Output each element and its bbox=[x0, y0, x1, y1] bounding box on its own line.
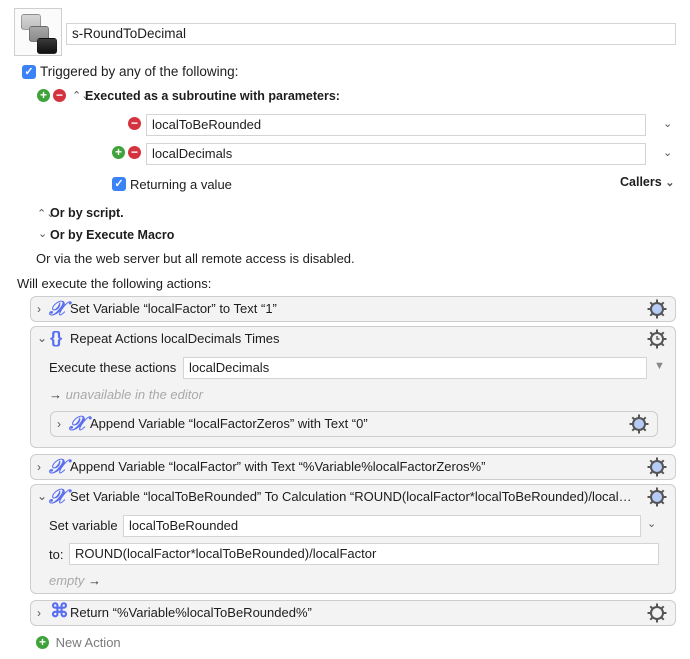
execute-actions-label: Execute these actions bbox=[49, 360, 177, 375]
action-title: Repeat Actions localDecimals Times bbox=[70, 331, 280, 346]
new-action-button[interactable]: + New Action bbox=[36, 634, 121, 650]
dropdown-triangle-icon[interactable]: ▼ bbox=[654, 360, 665, 372]
variable-icon: 𝒳 bbox=[49, 484, 67, 508]
action-set-variable-calculation[interactable]: ⌄ 𝒳 Set Variable “localToBeRounded” To C… bbox=[30, 484, 676, 594]
action-header[interactable]: ⌄ 𝒳 Set Variable “localToBeRounded” To C… bbox=[31, 485, 675, 509]
add-parameter-icon[interactable]: + bbox=[112, 146, 125, 159]
subroutine-label: Executed as a subroutine with parameters… bbox=[85, 89, 340, 103]
parameter-field[interactable]: localDecimals bbox=[146, 143, 646, 165]
triggered-label: Triggered by any of the following: bbox=[40, 64, 239, 79]
set-variable-field[interactable]: localToBeRounded bbox=[123, 515, 641, 537]
web-server-label: Or via the web server but all remote acc… bbox=[36, 251, 355, 266]
to-label: to: bbox=[49, 547, 64, 562]
parameter-dropdown-chevron-icon[interactable]: ⌄ bbox=[663, 146, 672, 159]
variable-icon: 𝒳 bbox=[49, 296, 67, 320]
action-title: Return “%Variable%localToBeRounded%” bbox=[70, 605, 312, 620]
remove-trigger-icon[interactable]: − bbox=[53, 89, 66, 102]
action-title: Append Variable “localFactor” with Text … bbox=[70, 459, 486, 474]
action-header[interactable]: › 𝒳 Append Variable “localFactor” with T… bbox=[31, 455, 675, 479]
gear-icon[interactable] bbox=[647, 487, 667, 507]
parameter-field[interactable]: localToBeRounded bbox=[146, 114, 646, 136]
gear-icon[interactable] bbox=[629, 414, 649, 434]
gear-icon[interactable] bbox=[647, 299, 667, 319]
disclosure-chevron-right-icon[interactable]: › bbox=[57, 417, 61, 431]
disclosure-chevron-right-icon[interactable]: › bbox=[37, 606, 41, 620]
by-execute-macro-label[interactable]: Or by Execute Macro bbox=[50, 228, 174, 242]
empty-note: empty → bbox=[49, 573, 102, 588]
action-repeat[interactable]: ⌄ {} Repeat Actions localDecimals Times … bbox=[30, 326, 676, 448]
callers-button[interactable]: Callers ⌄ bbox=[620, 175, 674, 189]
actions-header: Will execute the following actions: bbox=[17, 276, 212, 291]
parameter-dropdown-chevron-icon[interactable]: ⌄ bbox=[663, 117, 672, 130]
set-variable-label: Set variable bbox=[49, 518, 118, 533]
variable-dropdown-chevron-icon[interactable]: ⌄ bbox=[647, 517, 656, 530]
callers-label: Callers bbox=[620, 175, 662, 189]
return-icon: ⌘ bbox=[50, 601, 69, 622]
action-append-variable-nested[interactable]: › 𝒳 Append Variable “localFactorZeros” w… bbox=[50, 411, 658, 437]
repeat-icon: {} bbox=[50, 328, 62, 347]
variable-icon: 𝒳 bbox=[49, 454, 67, 478]
disclosure-chevron-down-icon[interactable]: ⌄ bbox=[37, 331, 47, 345]
action-append-variable[interactable]: › 𝒳 Append Variable “localFactor” with T… bbox=[30, 454, 676, 480]
arrow-right-icon: → bbox=[49, 387, 62, 402]
action-title: Set Variable “localToBeRounded” To Calcu… bbox=[70, 489, 632, 504]
action-title: Set Variable “localFactor” to Text “1” bbox=[70, 301, 277, 316]
triggered-checkbox[interactable]: ✓ bbox=[22, 65, 36, 79]
action-header[interactable]: ⌄ {} Repeat Actions localDecimals Times bbox=[31, 327, 675, 351]
chevron-down-icon[interactable]: ⌄ bbox=[38, 227, 47, 240]
gear-icon[interactable] bbox=[647, 457, 667, 477]
unavailable-note: → unavailable in the editor bbox=[49, 387, 203, 402]
repeat-count-field[interactable]: localDecimals bbox=[183, 357, 647, 379]
action-header[interactable]: › 𝒳 Set Variable “localFactor” to Text “… bbox=[31, 297, 675, 321]
gear-plain-icon[interactable] bbox=[647, 603, 667, 623]
new-action-label: New Action bbox=[55, 635, 121, 651]
remove-parameter-icon[interactable]: − bbox=[128, 146, 141, 159]
action-return[interactable]: › ⌘ Return “%Variable%localToBeRounded%” bbox=[30, 600, 676, 626]
returning-value-checkbox[interactable]: ✓ bbox=[112, 177, 126, 191]
by-script-label[interactable]: Or by script. bbox=[50, 206, 124, 220]
add-icon: + bbox=[36, 636, 49, 650]
arrow-right-icon: → bbox=[88, 573, 102, 588]
disclosure-chevron-right-icon[interactable]: › bbox=[37, 460, 41, 474]
add-trigger-icon[interactable]: + bbox=[37, 89, 50, 102]
chevron-down-icon: ⌄ bbox=[665, 177, 675, 189]
variable-icon: 𝒳 bbox=[69, 411, 87, 435]
returning-value-label: Returning a value bbox=[130, 177, 232, 192]
disclosure-chevron-down-icon[interactable]: ⌄ bbox=[37, 489, 47, 503]
action-header[interactable]: › 𝒳 Append Variable “localFactorZeros” w… bbox=[51, 412, 657, 436]
action-title: Append Variable “localFactorZeros” with … bbox=[90, 416, 368, 431]
remove-parameter-icon[interactable]: − bbox=[128, 117, 141, 130]
gear-clock-icon[interactable] bbox=[647, 329, 667, 349]
key-icon-dark bbox=[37, 38, 57, 54]
calculation-field[interactable]: ROUND(localFactor*localToBeRounded)/loca… bbox=[69, 543, 659, 565]
action-header[interactable]: › ⌘ Return “%Variable%localToBeRounded%” bbox=[31, 601, 675, 625]
disclosure-chevron-right-icon[interactable]: › bbox=[37, 302, 41, 316]
macro-name-field[interactable]: s-RoundToDecimal bbox=[66, 23, 676, 45]
action-set-variable[interactable]: › 𝒳 Set Variable “localFactor” to Text “… bbox=[30, 296, 676, 322]
macro-icon[interactable] bbox=[14, 8, 62, 56]
